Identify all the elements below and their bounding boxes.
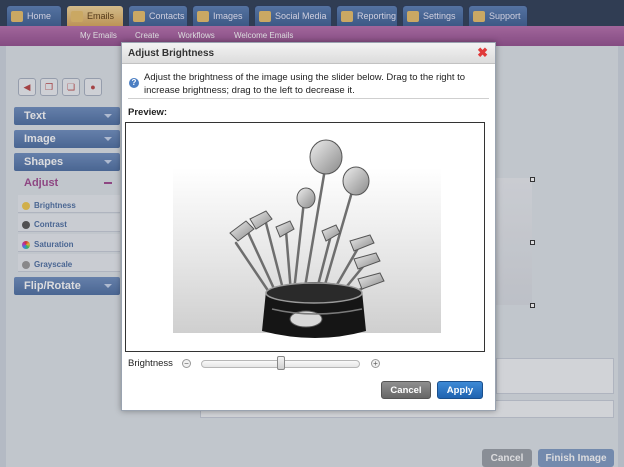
apply-button[interactable]: Apply [437, 381, 483, 399]
preview-image-frame [125, 122, 485, 352]
minus-icon[interactable]: − [182, 359, 191, 368]
cancel-button[interactable]: Cancel [381, 381, 431, 399]
dialog-description: Adjust the brightness of the image using… [144, 72, 466, 96]
info-icon: ? [129, 78, 139, 88]
dialog-title: Adjust Brightness [122, 43, 495, 64]
preview-label: Preview: [128, 107, 168, 118]
slider-handle[interactable] [276, 356, 285, 370]
close-icon[interactable]: ✖ [477, 46, 488, 59]
divider [128, 98, 489, 99]
brightness-label: Brightness [128, 358, 173, 369]
adjust-brightness-dialog: Adjust Brightness ✖ ? Adjust the brightn… [121, 42, 496, 411]
plus-icon[interactable]: + [371, 359, 380, 368]
golf-clubs-image [173, 139, 441, 338]
